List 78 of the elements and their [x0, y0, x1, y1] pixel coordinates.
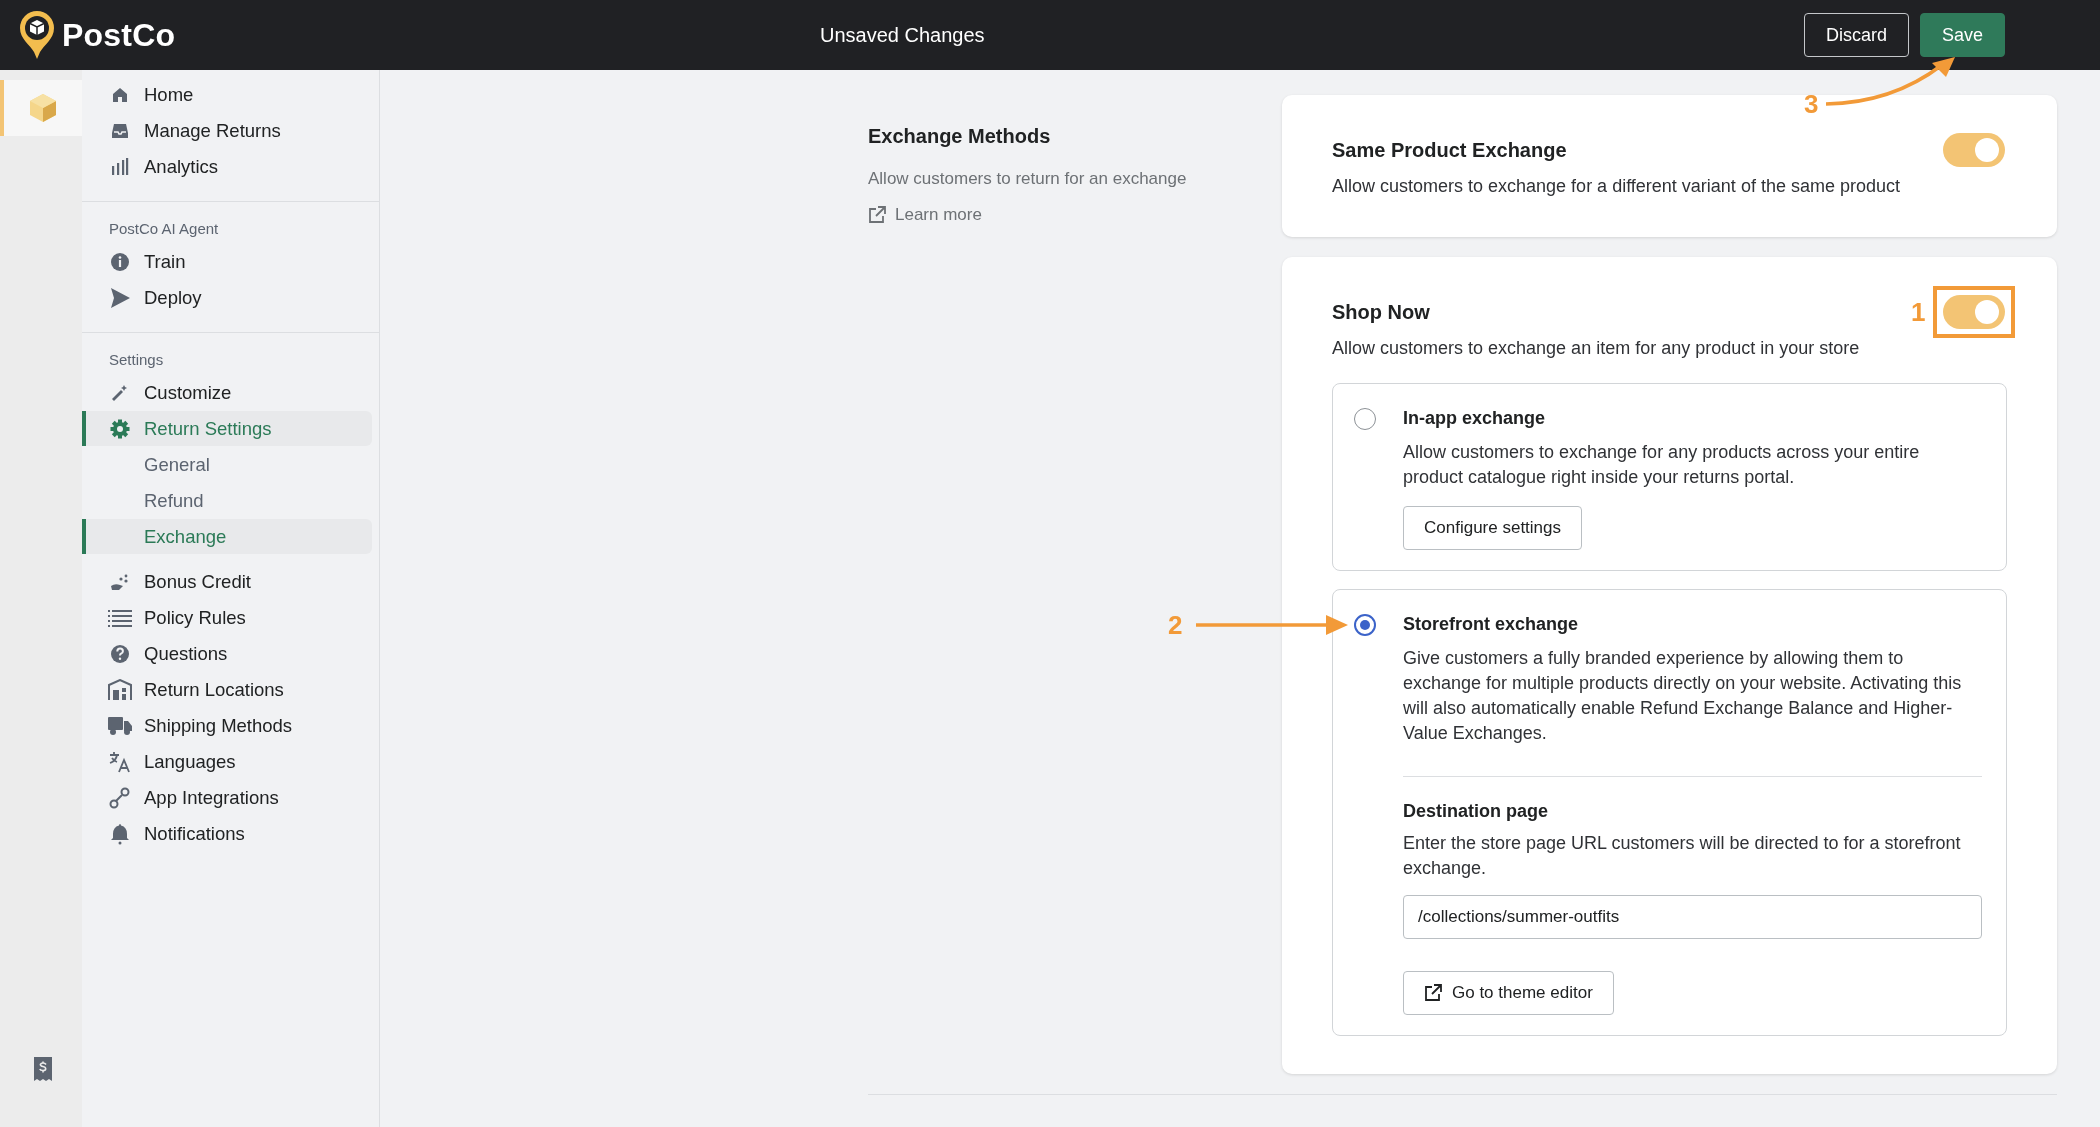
receipt-dollar-icon — [33, 1056, 53, 1082]
sidebar-item[interactable]: Analytics — [82, 149, 372, 184]
sidebar-item-label: Notifications — [144, 822, 245, 845]
learn-more-link[interactable]: Learn more — [868, 205, 982, 225]
sidebar-item-label: Return Locations — [144, 678, 284, 701]
field-label: Destination page — [1403, 800, 1550, 823]
sidebar-item-label: Train — [144, 250, 186, 273]
sidebar-item[interactable]: Languages — [82, 744, 372, 779]
discard-button[interactable]: Discard — [1803, 13, 1909, 57]
radio-button[interactable] — [1354, 408, 1376, 430]
toggle-switch[interactable] — [1943, 295, 2005, 329]
sidebar-item[interactable]: Exchange — [82, 519, 372, 554]
section-heading: PostCo AI Agent — [109, 219, 220, 239]
sidebar-item[interactable]: Home — [82, 77, 372, 112]
sidebar-item[interactable]: Shipping Methods — [82, 708, 372, 743]
section-heading: Settings — [109, 350, 165, 370]
bell-icon — [110, 822, 130, 845]
list-icon — [108, 607, 132, 628]
page-title: Unsaved Changes — [820, 23, 985, 47]
gear-icon — [110, 418, 130, 439]
option-title: In-app exchange — [1403, 407, 1547, 430]
card-description: Allow customers to exchange an item for any product in your store — [1332, 337, 1861, 360]
sidebar-item[interactable]: Questions — [82, 636, 372, 671]
sidebar-item[interactable]: App Integrations — [82, 780, 372, 815]
warehouse-icon — [108, 678, 132, 701]
brand-name: PostCo — [62, 16, 176, 54]
external-link-icon — [868, 206, 886, 224]
map-pin-logo-icon — [18, 9, 56, 61]
sidebar-item[interactable]: Notifications — [82, 816, 372, 851]
sidebar-item[interactable]: Policy Rules — [82, 600, 372, 635]
sidebar-item[interactable]: Bonus Credit — [82, 564, 372, 599]
card-title: Shop Now — [1332, 300, 1430, 324]
sidebar-item[interactable]: General — [82, 447, 372, 482]
sidebar-item-label: Shipping Methods — [144, 714, 293, 737]
sidebar-item-label: Languages — [144, 750, 236, 773]
sidebar-item-label: Deploy — [144, 286, 202, 309]
field-description: Enter the store page URL customers will be directed to for a storefront exchange. — [1403, 832, 1962, 880]
theme-editor-button[interactable]: Go to theme editor — [1403, 971, 1614, 1015]
section-title: Exchange Methods — [868, 124, 1052, 149]
sidebar-item-label: Return Settings — [144, 417, 272, 440]
toggle-switch[interactable] — [1943, 133, 2005, 167]
sidebar-item-label: Manage Returns — [144, 119, 281, 142]
sidebar-item-label: Bonus Credit — [144, 570, 251, 593]
help-icon — [110, 643, 130, 664]
sidebar-item-label: Home — [144, 83, 194, 106]
url-input-field[interactable]: /collections/summer-outfits — [1403, 895, 1982, 939]
sidebar-item[interactable]: Return Locations — [82, 672, 372, 707]
external-link-icon — [1424, 984, 1442, 1002]
bar-chart-icon — [110, 156, 130, 177]
sidebar-item[interactable]: Deploy — [82, 280, 372, 315]
sidebar-item-label: Analytics — [144, 155, 219, 178]
sidebar-item-label: Policy Rules — [144, 606, 246, 629]
sidebar-item[interactable]: Return Settings — [82, 411, 372, 446]
link-icon — [109, 786, 131, 809]
annotation-number: 3 — [1803, 89, 1819, 120]
radio-button[interactable] — [1354, 614, 1376, 636]
cube-icon — [29, 93, 57, 123]
sidebar-item-label: App Integrations — [144, 786, 279, 809]
sidebar-item-label: Questions — [144, 642, 228, 665]
annotation-number: 1 — [1911, 297, 1926, 328]
sidebar-item-label: Customize — [144, 381, 232, 404]
card-description: Allow customers to exchange for a different variant of the same product — [1332, 175, 1901, 198]
card-title: Same Product Exchange — [1332, 138, 1567, 162]
annotation-number: 2 — [1168, 610, 1183, 641]
sidebar-item[interactable]: Manage Returns — [82, 113, 372, 148]
translate-icon — [109, 750, 131, 773]
save-button[interactable]: Save — [1919, 13, 2005, 57]
section-description: Allow customers to return for an exchange — [868, 169, 1188, 189]
sidebar-item[interactable]: Refund — [82, 483, 372, 518]
sidebar-item[interactable]: Train — [82, 244, 372, 279]
info-icon — [110, 251, 130, 272]
truck-icon — [108, 715, 132, 736]
option-title: Storefront exchange — [1403, 613, 1580, 636]
configure-button[interactable]: Configure settings — [1403, 506, 1583, 550]
sidebar-item[interactable]: Customize — [82, 375, 372, 410]
option-description: Allow customers to exchange for any products across your entire product catalogue right inside your returns portal. — [1403, 441, 1921, 489]
option-description: Give customers a fully branded experience by allowing them to exchange for multiple products directly on your website. Activating this will also automatically enable Refund Exchange Balance and Higher-Value Exchanges. — [1403, 647, 1963, 745]
send-icon — [109, 286, 131, 309]
